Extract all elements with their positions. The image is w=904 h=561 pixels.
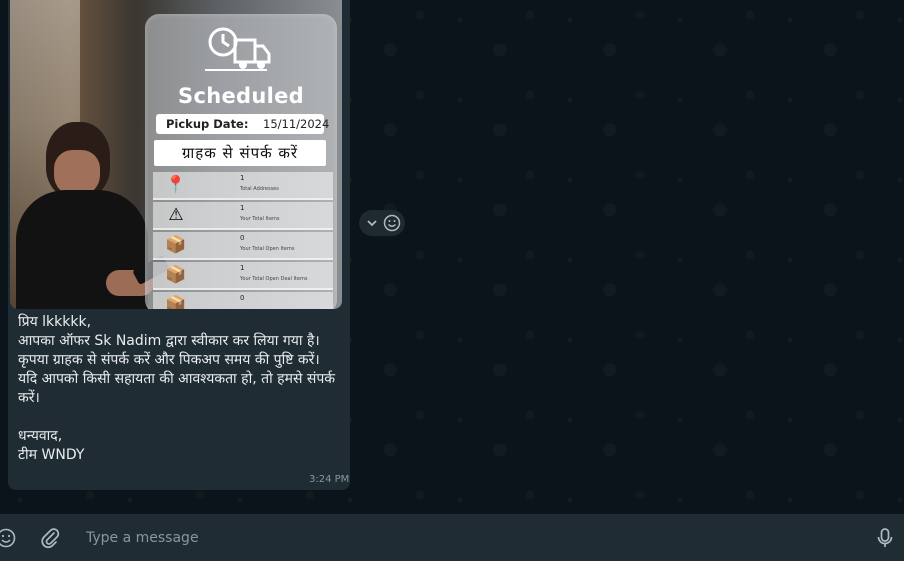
message-timestamp: 3:24 PM [309,474,350,485]
message-text: प्रिय lkkkkk, आपका ऑफर Sk Nadim द्वारा स… [18,314,336,463]
box-icon: 📦 [165,235,187,255]
box-icon: 📦 [165,295,187,309]
location-pin-icon: 📍 [165,175,187,195]
emoji-reaction-icon[interactable] [383,214,401,232]
stat-value: 0 [240,294,245,302]
chevron-down-icon[interactable] [365,216,379,230]
compose-bar [0,514,904,561]
stat-label: Total Addresses [240,186,279,192]
stat-value: 0 [240,234,245,242]
message-actions [359,210,405,236]
card-title: Scheduled [178,84,304,108]
stat-value: 1 [240,264,245,272]
pickup-date-label: Pickup Date: [166,117,249,131]
stat-row: 📦 0 Your Total Open Items [153,232,333,260]
stat-value: 1 [240,174,245,182]
pickup-date-box: Pickup Date: 15/11/2024 [156,114,329,134]
stat-label: Your Total Open Items [240,246,295,252]
stat-row: 📦 1 Your Total Open Deal Items [153,262,333,290]
message-image[interactable]: Scheduled Pickup Date: 15/11/2024 ग्राहक… [10,0,342,309]
warning-box-icon: ⚠ [168,205,184,225]
microphone-icon[interactable] [876,527,894,549]
chat-area: Scheduled Pickup Date: 15/11/2024 ग्राहक… [0,0,904,514]
contact-customer-label: ग्राहक से संपर्क करें [154,140,326,166]
stat-row: ⚠ 1 Your Total Items [153,202,333,230]
message-input[interactable] [76,520,866,556]
stat-label: Your Total Items [240,216,280,222]
stat-row: 📦 0 [153,292,333,309]
stat-value: 1 [240,204,245,212]
delivery-truck-icon [201,24,273,76]
paperclip-icon[interactable] [40,527,60,549]
stat-label: Your Total Open Deal Items [240,276,308,282]
emoji-icon[interactable] [0,528,16,548]
pickup-date-value: 15/11/2024 [263,117,330,131]
status-card: Scheduled Pickup Date: 15/11/2024 ग्राहक… [145,14,337,309]
deal-box-icon: 📦 [165,265,187,285]
stat-row: 📍 1 Total Addresses [153,172,333,200]
